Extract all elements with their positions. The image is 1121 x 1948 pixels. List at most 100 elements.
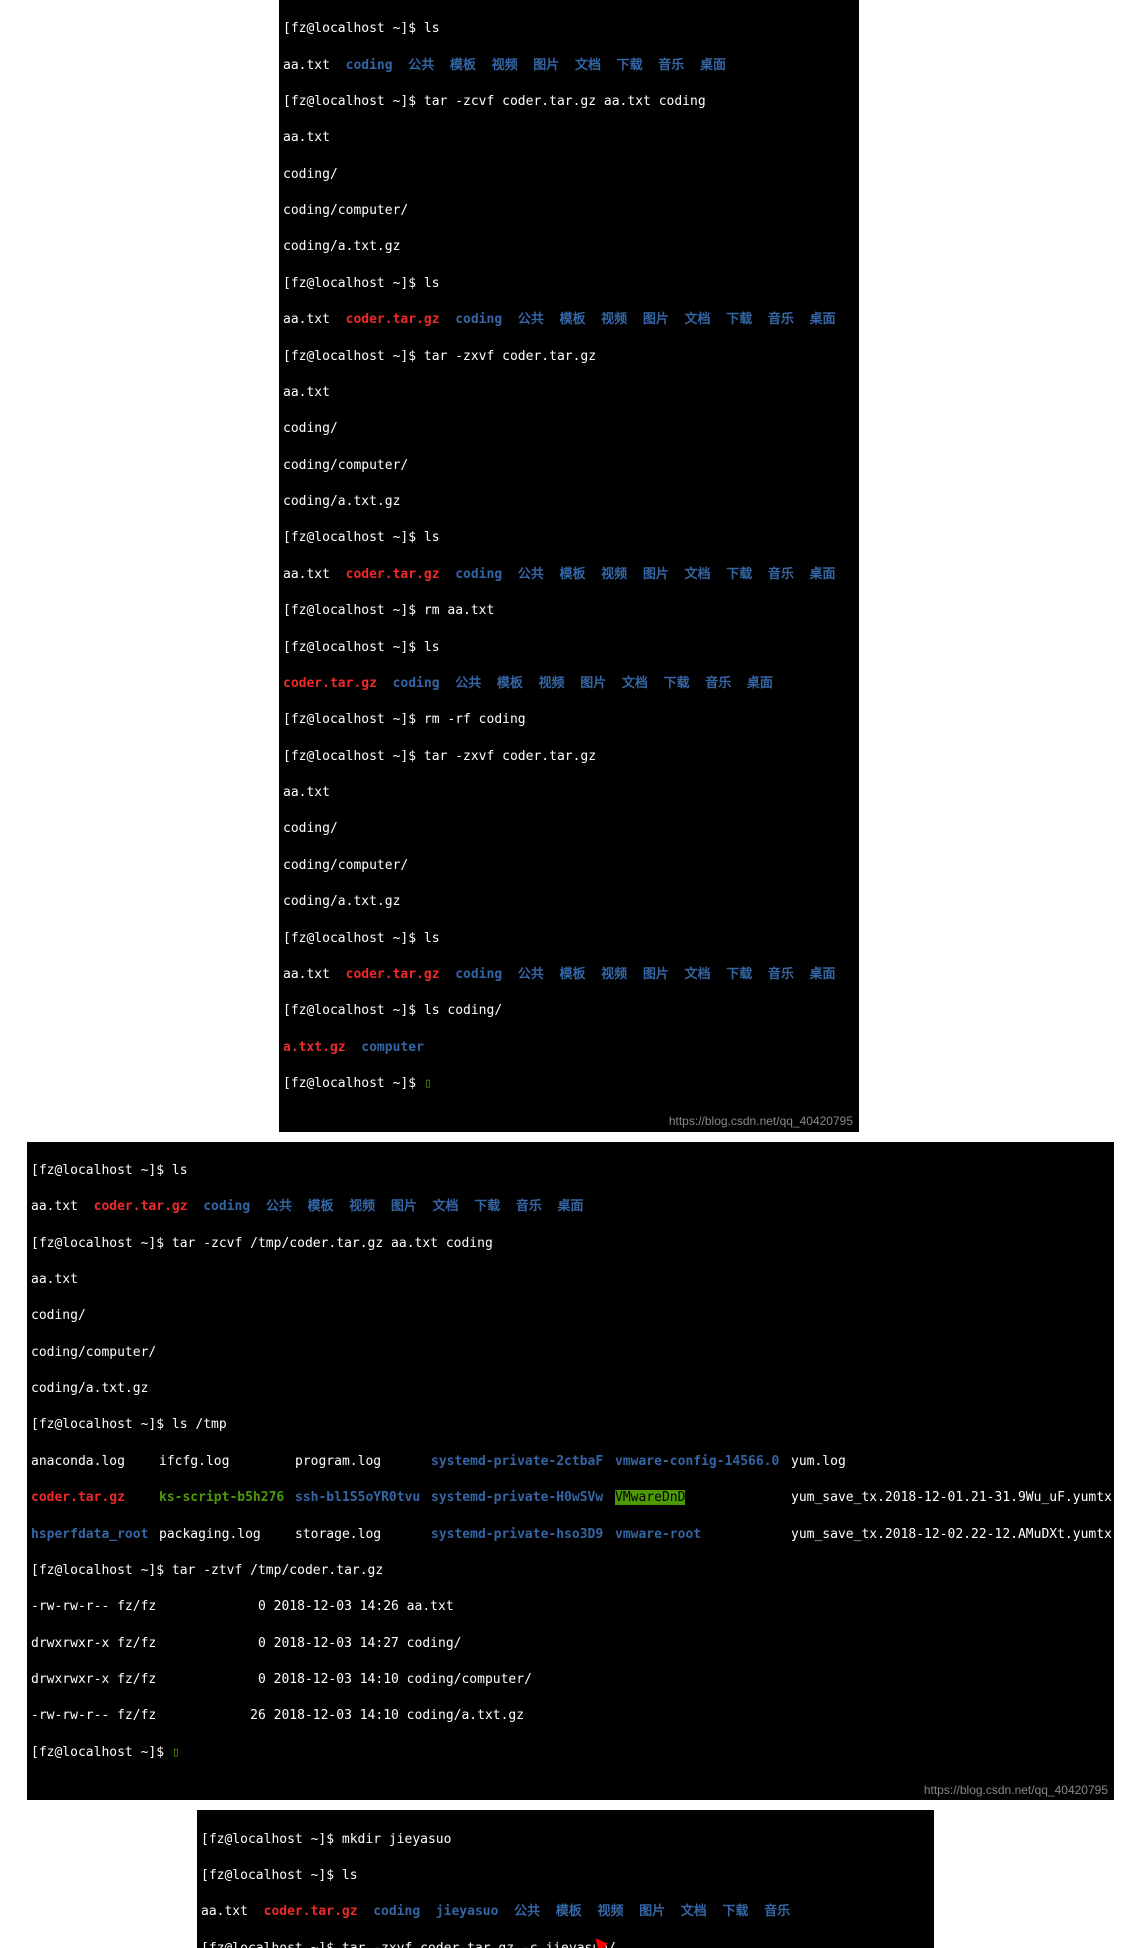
archive-name: coder.tar.gz (346, 567, 440, 582)
dir-name: 图片 (643, 967, 669, 982)
shell-prompt: [fz@localhost ~]$ (283, 530, 424, 545)
output-line: coding/computer/ (31, 1344, 1110, 1362)
dir-name: 图片 (580, 676, 606, 691)
shell-prompt: [fz@localhost ~]$ (31, 1745, 172, 1760)
output-line: coding/ (283, 166, 855, 184)
shell-prompt: [fz@localhost ~]$ (201, 1832, 342, 1847)
dir-name: 文档 (575, 58, 601, 73)
dir-name: jieyasuo (436, 1904, 499, 1919)
command-text: ls (342, 1868, 358, 1883)
dir-name: 公共 (408, 58, 434, 73)
output-line: aa.txt (31, 1271, 1110, 1289)
dir-name: vmware-config-14566.0 (615, 1453, 791, 1471)
dir-name: systemd-private-H0wSVw (431, 1489, 615, 1507)
shell-prompt: [fz@localhost ~]$ (283, 931, 424, 946)
command-text: tar -zcvf coder.tar.gz aa.txt coding (424, 94, 706, 109)
dir-name: systemd-private-2ctbaF (431, 1453, 615, 1471)
dir-name: 模板 (560, 567, 586, 582)
dir-name: 图片 (533, 58, 559, 73)
output-line: drwxrwxr-x fz/fz 0 2018-12-03 14:10 codi… (31, 1671, 1110, 1689)
dir-name: 图片 (639, 1904, 665, 1919)
output-line: coding/computer/ (283, 457, 855, 475)
dir-name: 文档 (433, 1199, 459, 1214)
archive-name: coder.tar.gz (31, 1489, 159, 1507)
shell-prompt: [fz@localhost ~]$ (283, 712, 424, 727)
dir-name: coding (203, 1199, 250, 1214)
archive-name: coder.tar.gz (94, 1199, 188, 1214)
command-text: rm aa.txt (424, 603, 494, 618)
dir-name: 图片 (643, 567, 669, 582)
file-name: aa.txt (283, 567, 330, 582)
output-line: coding/a.txt.gz (283, 493, 855, 511)
watermark-text: https://blog.csdn.net/qq_40420795 (924, 1782, 1108, 1799)
archive-name: a.txt.gz (283, 1040, 346, 1055)
dir-name: 模板 (560, 967, 586, 982)
file-name: aa.txt (283, 967, 330, 982)
file-name: program.log (295, 1453, 431, 1471)
dir-name: hsperfdata_root (31, 1526, 159, 1544)
output-line: coding/ (283, 820, 855, 838)
command-text: tar -zcvf /tmp/coder.tar.gz aa.txt codin… (172, 1236, 493, 1251)
file-name: aa.txt (283, 312, 330, 327)
command-text: ls (424, 530, 440, 545)
archive-name: coder.tar.gz (346, 312, 440, 327)
output-line: drwxrwxr-x fz/fz 0 2018-12-03 14:27 codi… (31, 1635, 1110, 1653)
shell-prompt: [fz@localhost ~]$ (283, 749, 424, 764)
dir-name: 音乐 (768, 967, 794, 982)
dir-name: 桌面 (558, 1199, 584, 1214)
file-name: packaging.log (159, 1526, 295, 1544)
dir-name: 下载 (726, 312, 752, 327)
command-text: ls (424, 21, 440, 36)
arrow-icon (592, 1938, 642, 1948)
archive-name: coder.tar.gz (264, 1904, 358, 1919)
dir-name: 视频 (492, 58, 518, 73)
shell-prompt: [fz@localhost ~]$ (283, 349, 424, 364)
highlighted-dir: VMwareDnD (615, 1490, 685, 1505)
shell-prompt: [fz@localhost ~]$ (283, 640, 424, 655)
dir-name: 文档 (685, 312, 711, 327)
dir-name: 文档 (685, 967, 711, 982)
output-line: coding/a.txt.gz (283, 893, 855, 911)
file-name: aa.txt (31, 1199, 78, 1214)
dir-name: 模板 (560, 312, 586, 327)
output-line: aa.txt (283, 129, 855, 147)
dir-name: 模板 (497, 676, 523, 691)
dir-name: 文档 (622, 676, 648, 691)
shell-prompt: [fz@localhost ~]$ (31, 1236, 172, 1251)
output-line: coding/ (283, 420, 855, 438)
terminal-output-2: [fz@localhost ~]$ ls aa.txt coder.tar.gz… (27, 1142, 1114, 1801)
shell-prompt: [fz@localhost ~]$ (283, 94, 424, 109)
dir-name: 下载 (617, 58, 643, 73)
shell-prompt: [fz@localhost ~]$ (31, 1563, 172, 1578)
dir-name: 桌面 (810, 967, 836, 982)
terminal-output-1: [fz@localhost ~]$ ls aa.txt coding 公共 模板… (279, 0, 859, 1132)
output-line: coding/ (31, 1307, 1110, 1325)
watermark-text: https://blog.csdn.net/qq_40420795 (669, 1113, 853, 1130)
dir-name: 视频 (601, 967, 627, 982)
dir-name: 桌面 (747, 676, 773, 691)
dir-name: computer (361, 1040, 424, 1055)
script-name: ks-script-b5h276 (159, 1489, 295, 1507)
dir-name: coding (346, 58, 393, 73)
shell-prompt: [fz@localhost ~]$ (31, 1163, 172, 1178)
dir-name: 下载 (474, 1199, 500, 1214)
dir-name: 文档 (681, 1904, 707, 1919)
output-line: coding/a.txt.gz (283, 238, 855, 256)
shell-prompt: [fz@localhost ~]$ (283, 603, 424, 618)
output-line: coding/a.txt.gz (31, 1380, 1110, 1398)
dir-name: 下载 (722, 1904, 748, 1919)
dir-name: 公共 (518, 967, 544, 982)
output-line: aa.txt (283, 784, 855, 802)
dir-name: 下载 (726, 567, 752, 582)
dir-name: 桌面 (700, 58, 726, 73)
file-name: yum_save_tx.2018-12-01.21-31.9Wu_uF.yumt… (791, 1490, 1112, 1505)
dir-name: coding (393, 676, 440, 691)
shell-prompt: [fz@localhost ~]$ (31, 1417, 172, 1432)
shell-prompt: [fz@localhost ~]$ (283, 21, 424, 36)
cursor-icon: ▯ (172, 1744, 180, 1762)
dir-name: coding (455, 967, 502, 982)
cursor-icon: ▯ (424, 1075, 432, 1093)
dir-name: 视频 (597, 1904, 623, 1919)
file-name: yum_save_tx.2018-12-02.22-12.AMuDXt.yumt… (791, 1527, 1112, 1542)
archive-name: coder.tar.gz (283, 676, 377, 691)
